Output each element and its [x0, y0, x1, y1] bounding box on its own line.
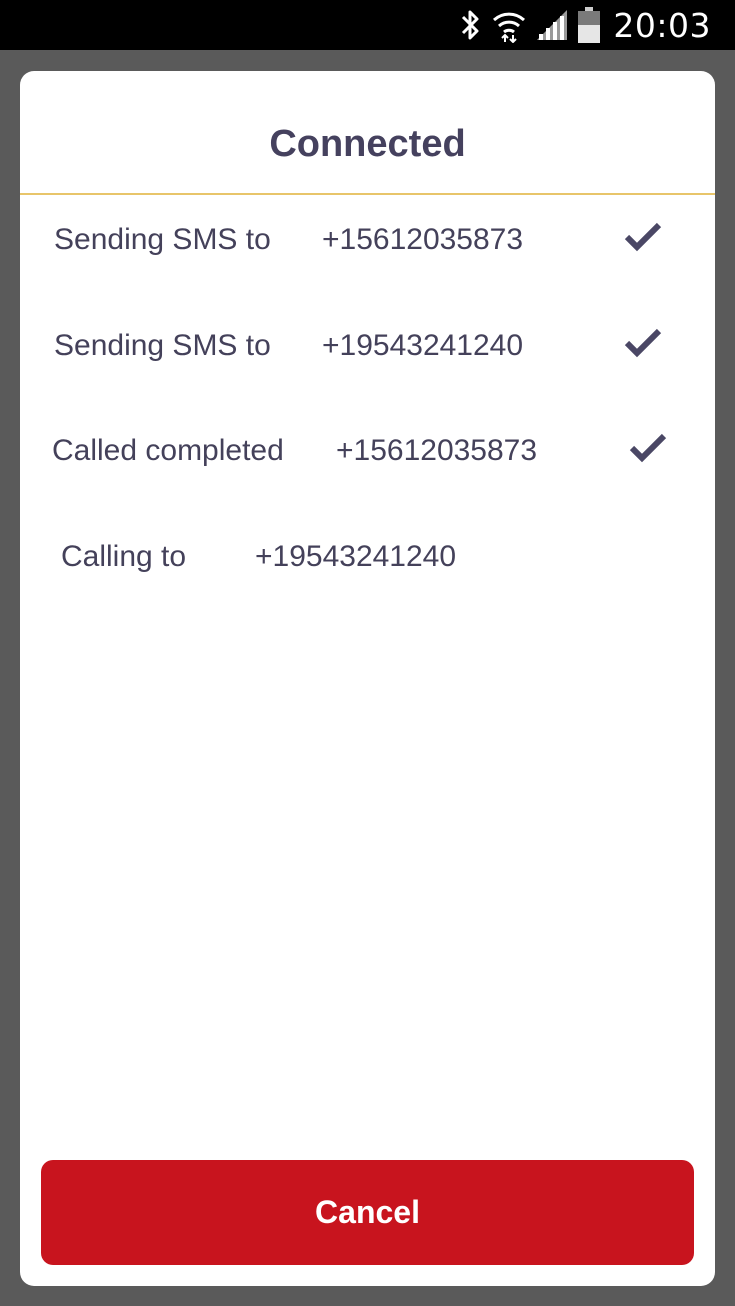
log-label: Sending SMS to: [54, 329, 271, 362]
connected-dialog: Connected Sending SMS to +15612035873 Se…: [20, 71, 715, 1286]
signal-icon: [537, 10, 568, 40]
status-clock: 20:03: [613, 5, 711, 45]
log-number: +19543241240: [322, 329, 524, 362]
log-label: Sending SMS to: [54, 223, 271, 256]
log-row: Sending SMS to +19543241240: [20, 316, 715, 376]
wifi-icon: [493, 12, 526, 43]
status-icons: 20:03: [457, 0, 735, 50]
log-row: Called completed +15612035873: [20, 421, 715, 481]
status-bar: 20:03: [0, 0, 735, 50]
check-icon: [624, 328, 662, 358]
bluetooth-icon: [462, 10, 479, 40]
log-number: +15612035873: [322, 223, 524, 256]
check-icon: [629, 433, 667, 463]
cancel-button[interactable]: Cancel: [41, 1160, 694, 1265]
check-icon: [624, 222, 662, 252]
battery-icon: [578, 7, 601, 43]
log-row: Calling to +19543241240: [20, 527, 715, 587]
dialog-title: Connected: [269, 123, 466, 165]
log-label: Calling to: [61, 540, 187, 573]
log-number: +15612035873: [336, 434, 538, 467]
title-divider: [20, 193, 715, 195]
log-label: Called completed: [52, 434, 284, 467]
log-number: +19543241240: [255, 540, 457, 573]
log-row: Sending SMS to +15612035873: [20, 210, 715, 270]
